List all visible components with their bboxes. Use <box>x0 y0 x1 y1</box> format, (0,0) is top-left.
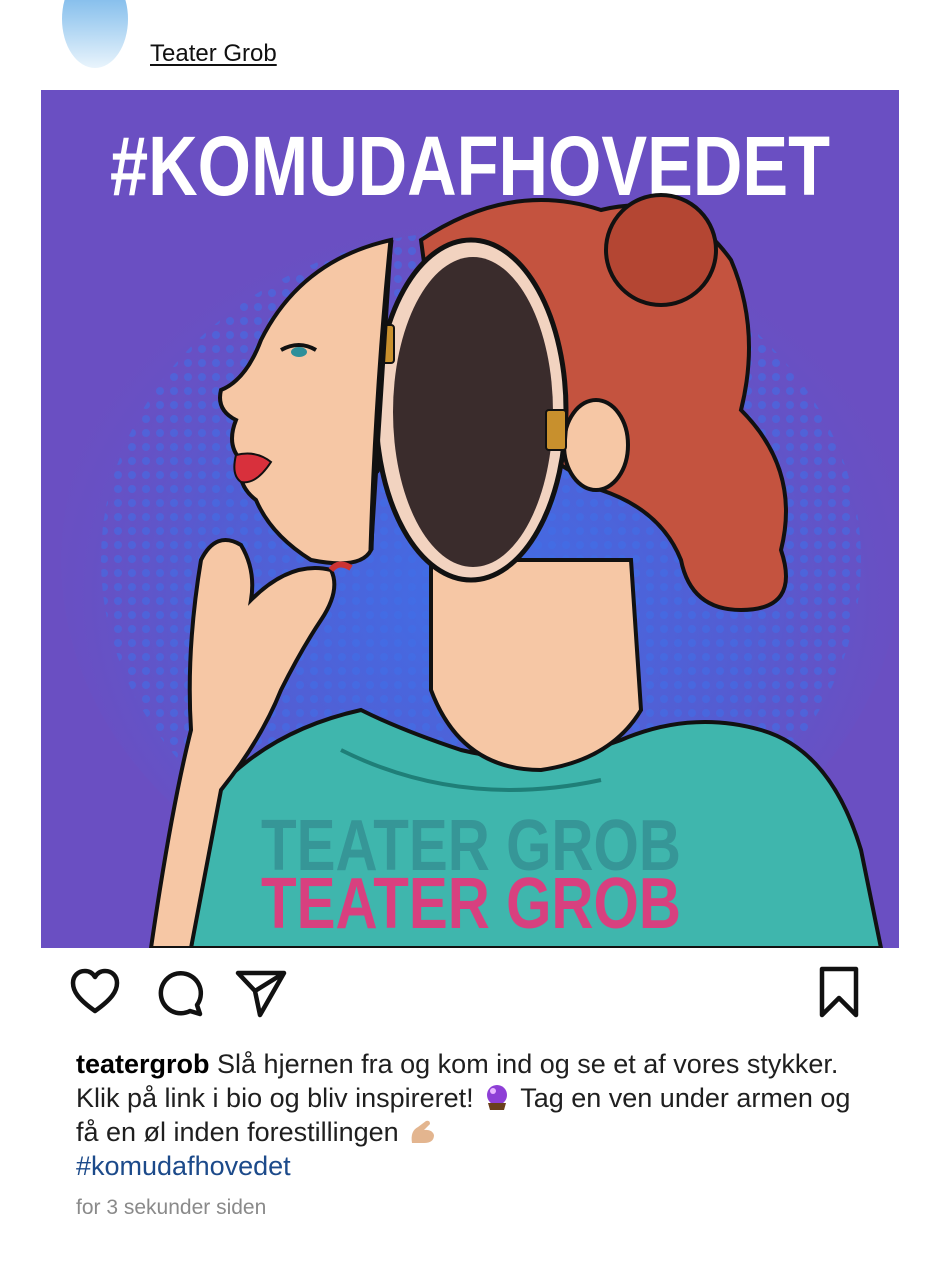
comment-icon <box>158 970 204 1017</box>
post-timestamp: for 3 sekunder siden <box>76 1196 267 1219</box>
ear <box>562 398 630 492</box>
action-bar <box>0 965 942 1025</box>
caption: teatergrob Slå hjernen fra og kom ind og… <box>76 1047 876 1183</box>
image-watermark: TEATER GROB <box>261 864 681 944</box>
hashtag-link[interactable]: #komudafhovedet <box>76 1151 291 1181</box>
post-illustration: #KOMUDAFHOVEDET TEATER GROB TEATER GROB <box>41 90 899 948</box>
comment-button[interactable] <box>152 965 206 1019</box>
save-button[interactable] <box>812 965 866 1019</box>
heart-icon <box>70 968 120 1014</box>
head-cavity <box>393 257 553 567</box>
image-headline: #KOMUDAFHOVEDET <box>110 119 830 213</box>
post-header: Teater Grob <box>0 0 942 90</box>
neck <box>429 558 644 773</box>
share-button[interactable] <box>234 965 288 1019</box>
post-image[interactable]: #KOMUDAFHOVEDET TEATER GROB TEATER GROB <box>41 90 899 948</box>
crystal-ball-icon <box>487 1085 508 1110</box>
send-icon <box>235 970 287 1018</box>
pinching-hand-icon <box>411 1120 435 1143</box>
caption-username[interactable]: teatergrob <box>76 1049 210 1079</box>
avatar-image <box>62 0 128 68</box>
bookmark-icon <box>819 966 859 1018</box>
like-button[interactable] <box>68 965 122 1019</box>
avatar[interactable] <box>62 0 128 68</box>
account-name-link[interactable]: Teater Grob <box>150 40 277 68</box>
